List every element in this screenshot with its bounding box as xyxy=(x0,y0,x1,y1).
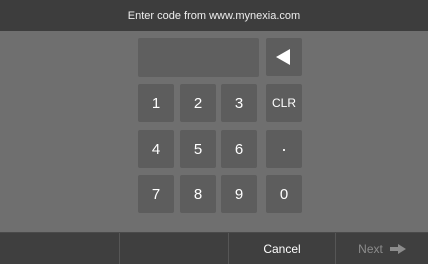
arrow-right-icon xyxy=(389,243,406,254)
footer-slot-2 xyxy=(120,233,228,264)
backspace-triangle-icon xyxy=(276,49,290,65)
key-4-button[interactable]: 4 xyxy=(138,130,174,168)
clear-button[interactable]: CLR xyxy=(266,84,302,122)
footer-bar: Cancel Next xyxy=(0,232,428,264)
key-6-button[interactable]: 6 xyxy=(221,130,257,168)
footer-slot-1 xyxy=(0,233,119,264)
code-display xyxy=(138,38,259,77)
key-7-button[interactable]: 7 xyxy=(138,175,174,213)
next-button[interactable]: Next xyxy=(336,233,428,264)
key-8-button[interactable]: 8 xyxy=(180,175,216,213)
key-5-button[interactable]: 5 xyxy=(180,130,216,168)
key-1-button[interactable]: 1 xyxy=(138,84,174,122)
next-label: Next xyxy=(358,241,383,256)
key-0-button[interactable]: 0 xyxy=(266,175,302,213)
backspace-button[interactable] xyxy=(266,38,302,76)
decimal-point-button[interactable]: · xyxy=(266,130,302,168)
header-bar: Enter code from www.mynexia.com xyxy=(0,0,428,31)
key-3-button[interactable]: 3 xyxy=(221,84,257,122)
cancel-button[interactable]: Cancel xyxy=(229,233,335,264)
cancel-label: Cancel xyxy=(263,241,301,256)
key-9-button[interactable]: 9 xyxy=(221,175,257,213)
key-2-button[interactable]: 2 xyxy=(180,84,216,122)
page-title: Enter code from www.mynexia.com xyxy=(127,9,301,22)
